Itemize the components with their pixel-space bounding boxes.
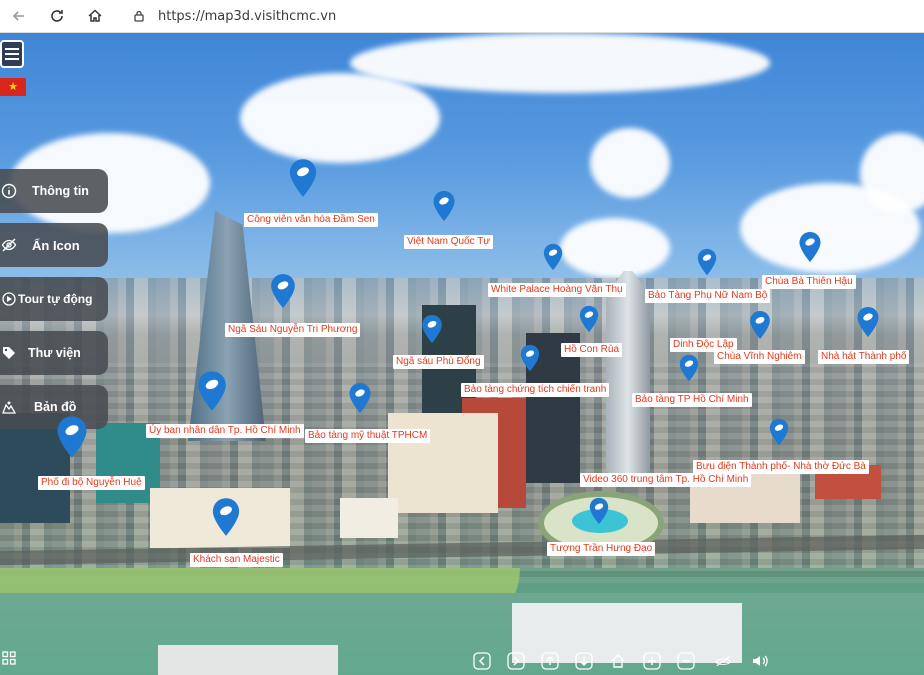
- home-button[interactable]: [84, 5, 106, 27]
- sidebar-item-thong-tin[interactable]: Thông tin: [0, 169, 108, 213]
- place-label[interactable]: Chùa Bà Thiên Hậu: [762, 275, 856, 289]
- map-pin-icon[interactable]: [542, 243, 564, 271]
- home-icon: [611, 654, 625, 668]
- pier: [158, 645, 338, 675]
- sidebar-item-thu-vien[interactable]: Thư viện: [0, 331, 108, 375]
- map-pin-icon[interactable]: [578, 305, 600, 333]
- zoom-in-button[interactable]: [642, 651, 662, 671]
- building: [340, 498, 398, 538]
- cloud: [240, 73, 440, 163]
- place-label[interactable]: Bảo tàng TP Hồ Chí Minh: [632, 393, 752, 407]
- sidebar-item-label: Ẩn Icon: [32, 237, 80, 253]
- cloud: [350, 33, 770, 93]
- arrow-left-icon: [473, 652, 491, 670]
- eye-slash-icon: [0, 236, 18, 254]
- map-pin-icon[interactable]: [748, 310, 772, 340]
- sidebar-item-label: Tour tự động: [18, 292, 93, 306]
- minus-icon: [677, 652, 695, 670]
- vietnam-flag-icon[interactable]: ★: [0, 78, 26, 96]
- browser-toolbar: https://map3d.visithcmc.vn: [0, 0, 924, 33]
- back-button[interactable]: [8, 5, 30, 27]
- place-label[interactable]: Bảo tàng chứng tích chiến tranh: [461, 383, 610, 397]
- river: [0, 593, 924, 675]
- place-label[interactable]: Hồ Con Rùa: [561, 343, 623, 357]
- pan-left-button[interactable]: [472, 651, 492, 671]
- gyro-off-icon: [715, 656, 731, 667]
- info-icon: [0, 182, 18, 200]
- map-pin-icon[interactable]: [797, 231, 823, 263]
- sound-button[interactable]: [750, 651, 770, 671]
- place-label[interactable]: Ngã sáu Phù Đổng: [393, 355, 484, 369]
- place-label[interactable]: Ngã Sáu Nguyễn Tri Phương: [225, 323, 361, 337]
- place-label[interactable]: Bưu điện Thành phố- Nhà thờ Đức Bà: [693, 460, 869, 474]
- map-pin-icon[interactable]: [519, 344, 541, 372]
- arrow-down-icon: [575, 652, 593, 670]
- menu-icon: [5, 48, 19, 50]
- arrow-left-icon: [12, 11, 24, 21]
- place-label[interactable]: Tượng Trần Hưng Đạo: [547, 542, 656, 556]
- pan-up-button[interactable]: [540, 651, 560, 671]
- grid-icon[interactable]: [2, 651, 16, 665]
- zoom-out-button[interactable]: [676, 651, 696, 671]
- map-pin-icon[interactable]: [286, 158, 320, 198]
- arrow-up-icon: [541, 652, 559, 670]
- speaker-icon: [753, 655, 768, 667]
- place-label[interactable]: Bảo Tàng Phụ Nữ Nam Bộ: [645, 289, 771, 303]
- map-pin-icon[interactable]: [190, 370, 234, 412]
- map-icon: [0, 398, 18, 416]
- cloud: [560, 218, 670, 278]
- map-pin-icon[interactable]: [855, 306, 881, 338]
- map-pin-icon[interactable]: [204, 497, 248, 537]
- home-view-button[interactable]: [608, 651, 628, 671]
- sidebar-item-label: Thông tin: [32, 184, 89, 198]
- place-label[interactable]: Chùa Vĩnh Nghiêm: [714, 350, 805, 364]
- gyro-toggle-button[interactable]: [710, 651, 736, 671]
- plus-icon: [643, 652, 661, 670]
- building: [606, 271, 650, 476]
- sidebar-item-tour-tu-dong[interactable]: Tour tự động: [0, 277, 108, 321]
- place-label[interactable]: Nhà hát Thành phố: [818, 350, 910, 364]
- place-label[interactable]: Video 360 trung tâm Tp. Hồ Chí Minh: [580, 473, 752, 487]
- map-pin-icon[interactable]: [420, 314, 444, 344]
- place-label[interactable]: Bảo tàng mỹ thuật TPHCM: [305, 429, 431, 443]
- map-pin-icon[interactable]: [266, 273, 300, 309]
- place-label[interactable]: Công viên văn hóa Đầm Sen: [244, 213, 378, 227]
- sidebar-item-an-icon[interactable]: Ẩn Icon: [0, 223, 108, 267]
- arrow-right-icon: [507, 652, 525, 670]
- map-pin-icon[interactable]: [678, 354, 700, 382]
- sidebar-item-label: Thư viện: [28, 346, 81, 360]
- reload-button[interactable]: [46, 5, 68, 27]
- map-pin-icon[interactable]: [346, 382, 374, 414]
- map-pin-icon[interactable]: [40, 415, 104, 459]
- reload-icon: [51, 10, 63, 22]
- sidebar-item-label: Bản đồ: [34, 400, 77, 414]
- place-label[interactable]: Ủy ban nhân dân Tp. Hồ Chí Minh: [146, 424, 304, 438]
- map-pin-icon[interactable]: [432, 190, 456, 222]
- url-text: https://map3d.visithcmc.vn: [158, 8, 337, 24]
- map-pin-icon[interactable]: [588, 497, 610, 525]
- building: [388, 413, 498, 513]
- place-label[interactable]: Phố đi bộ Nguyễn Huệ: [38, 476, 145, 490]
- map-pin-icon[interactable]: [768, 418, 790, 446]
- place-label[interactable]: White Palace Hoàng Văn Thụ: [488, 283, 626, 297]
- tour-icon: [0, 290, 18, 308]
- place-label[interactable]: Khách sạn Majestic: [190, 553, 283, 567]
- tag-icon: [0, 344, 18, 362]
- map-pin-icon[interactable]: [696, 248, 718, 276]
- pan-right-button[interactable]: [506, 651, 526, 671]
- pan-down-button[interactable]: [574, 651, 594, 671]
- cloud: [590, 128, 670, 198]
- camera-controls: [472, 651, 770, 671]
- lock-icon: [134, 10, 144, 22]
- place-label[interactable]: Việt Nam Quốc Tự: [404, 235, 494, 249]
- menu-button[interactable]: [0, 40, 24, 68]
- address-bar[interactable]: https://map3d.visithcmc.vn: [132, 9, 336, 24]
- home-icon: [88, 9, 102, 22]
